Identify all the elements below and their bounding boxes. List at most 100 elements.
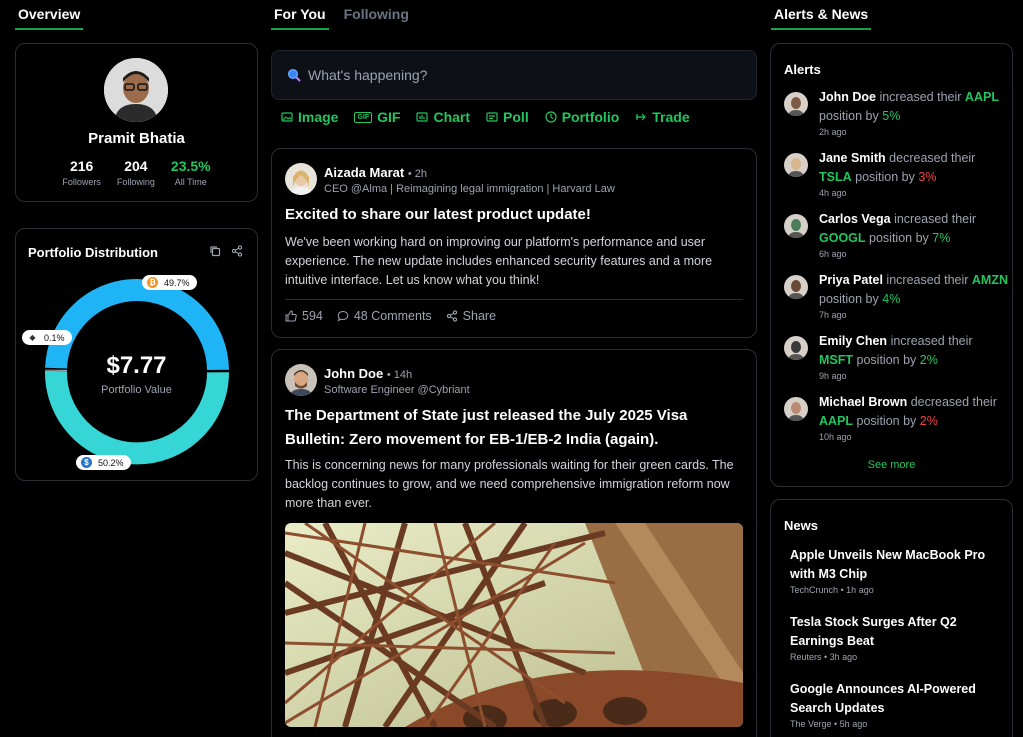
post-author-role: CEO @Alma | Reimagining legal immigratio…: [324, 183, 615, 195]
profile-card: Pramit Bhatia 216 Followers 204 Followin…: [15, 43, 258, 202]
profile-stats: 216 Followers 204 Following 23.5% All Ti…: [16, 158, 257, 187]
post-author[interactable]: Aizada Marat: [324, 165, 404, 180]
stat-followers[interactable]: 216 Followers: [62, 158, 101, 187]
alert-user[interactable]: Emily Chen: [819, 334, 887, 348]
alert-item[interactable]: Michael Brown decreased their AAPL posit…: [784, 393, 1004, 451]
stat-following[interactable]: 204 Following: [117, 158, 155, 187]
news-item[interactable]: Apple Unveils New MacBook Pro with M3 Ch…: [790, 546, 1000, 595]
poll-icon: [486, 112, 498, 122]
avatar[interactable]: [285, 364, 317, 396]
avatar[interactable]: [784, 214, 808, 238]
portfolio-value: $7.77: [106, 352, 167, 379]
composer-actions: Image GIF GIF Chart Poll Portfolio Trade: [281, 109, 690, 125]
tab-for-you[interactable]: For You: [271, 6, 329, 30]
slice-label-usdc: $ 50.2%: [76, 455, 131, 470]
trade-button[interactable]: Trade: [635, 109, 690, 125]
comments-button[interactable]: 48 Comments: [337, 309, 432, 323]
alert-action: decreased their: [889, 151, 976, 165]
share-button[interactable]: Share: [446, 309, 496, 323]
alert-percent: 3%: [918, 170, 937, 184]
alert-ticker[interactable]: AAPL: [965, 90, 999, 104]
trade-icon: [636, 113, 647, 121]
alert-action: increased their: [890, 334, 973, 348]
portfolio-button[interactable]: Portfolio: [545, 109, 619, 125]
alert-item[interactable]: Emily Chen increased their MSFT position…: [784, 332, 1004, 390]
alert-user[interactable]: Michael Brown: [819, 395, 907, 409]
alert-user[interactable]: Carlos Vega: [819, 212, 891, 226]
alert-time: 9h ago: [819, 371, 847, 381]
portfolio-value-label: Portfolio Value: [101, 384, 172, 396]
alert-user[interactable]: Priya Patel: [819, 273, 883, 287]
alert-ticker[interactable]: GOOGL: [819, 231, 866, 245]
image-icon: [281, 112, 293, 122]
tab-alerts-news[interactable]: Alerts & News: [771, 6, 872, 30]
tab-following[interactable]: Following: [341, 6, 412, 30]
thumbs-up-icon: [285, 310, 297, 322]
alert-ticker[interactable]: MSFT: [819, 353, 853, 367]
alert-ticker[interactable]: AAPL: [819, 414, 853, 428]
post-card[interactable]: Aizada Marat • 2h CEO @Alma | Reimaginin…: [271, 148, 757, 338]
image-button[interactable]: Image: [281, 109, 338, 125]
alert-user[interactable]: Jane Smith: [819, 151, 886, 165]
alert-ticker[interactable]: AMZN: [972, 273, 1008, 287]
gif-button[interactable]: GIF GIF: [354, 109, 400, 125]
alert-mid: position by: [856, 353, 917, 367]
post-author[interactable]: John Doe: [324, 366, 383, 381]
avatar[interactable]: [784, 397, 808, 421]
alerts-title: Alerts: [784, 62, 821, 77]
slice-label-bitcoin: ₿ 49.7%: [142, 275, 197, 290]
alert-ticker[interactable]: TSLA: [819, 170, 852, 184]
avatar[interactable]: [784, 275, 808, 299]
avatar[interactable]: [784, 92, 808, 116]
alert-mid: position by: [819, 292, 879, 306]
clock-icon: [545, 111, 557, 123]
alerts-card: Alerts John Doe increased their AAPL pos…: [770, 43, 1013, 487]
tab-overview[interactable]: Overview: [15, 6, 84, 30]
avatar[interactable]: [285, 163, 317, 195]
usdc-icon: $: [81, 457, 92, 468]
post-image[interactable]: [285, 523, 743, 727]
alert-percent: 4%: [882, 292, 901, 306]
avatar[interactable]: [104, 58, 168, 122]
alert-item[interactable]: Priya Patel increased their AMZN positio…: [784, 271, 1008, 329]
see-more-link[interactable]: See more: [771, 459, 1012, 471]
post-title: The Department of State just released th…: [285, 407, 688, 448]
news-item[interactable]: Google Announces AI-Powered Search Updat…: [790, 680, 1000, 729]
news-card: News Apple Unveils New MacBook Pro with …: [770, 499, 1013, 737]
alert-item[interactable]: John Doe increased their AAPL position b…: [784, 88, 1004, 146]
news-item[interactable]: Tesla Stock Surges After Q2 Earnings Bea…: [790, 613, 1000, 662]
alert-time: 10h ago: [819, 432, 852, 442]
alert-action: increased their: [894, 212, 977, 226]
post-card[interactable]: John Doe • 14h Software Engineer @Cybria…: [271, 349, 757, 737]
alert-action: decreased their: [910, 395, 997, 409]
profile-name: Pramit Bhatia: [88, 130, 185, 147]
alert-percent: 2%: [919, 414, 938, 428]
post-title: Excited to share our latest product upda…: [285, 206, 591, 223]
slice-label-ethereum: ◆ 0.1%: [22, 330, 72, 345]
gif-icon: GIF: [354, 111, 373, 123]
alert-mid: position by: [869, 231, 929, 245]
compose-input[interactable]: What's happening?: [271, 50, 757, 100]
compose-placeholder: What's happening?: [308, 67, 428, 83]
bitcoin-icon: ₿: [147, 277, 158, 288]
alert-item[interactable]: Jane Smith decreased their TSLA position…: [784, 149, 1004, 207]
alert-mid: position by: [819, 109, 879, 123]
post-time: • 2h: [407, 168, 427, 180]
alert-action: increased their: [879, 90, 962, 104]
alert-time: 2h ago: [819, 127, 847, 137]
avatar[interactable]: [784, 153, 808, 177]
chart-icon: [416, 112, 429, 122]
alert-percent: 2%: [919, 353, 938, 367]
alert-item[interactable]: Carlos Vega increased their GOOGL positi…: [784, 210, 1004, 268]
share-icon: [446, 310, 457, 322]
avatar[interactable]: [784, 336, 808, 360]
post-body: This is concerning news for many profess…: [285, 458, 734, 510]
portfolio-card: Portfolio Distribution ₿ 49.7% ◆ 0.1% $ …: [15, 228, 258, 481]
like-button[interactable]: 594: [285, 309, 323, 323]
poll-button[interactable]: Poll: [486, 109, 529, 125]
chart-button[interactable]: Chart: [416, 109, 470, 125]
alert-time: 4h ago: [819, 188, 847, 198]
search-icon: [287, 68, 301, 87]
alert-user[interactable]: John Doe: [819, 90, 876, 104]
alert-mid: position by: [855, 170, 915, 184]
